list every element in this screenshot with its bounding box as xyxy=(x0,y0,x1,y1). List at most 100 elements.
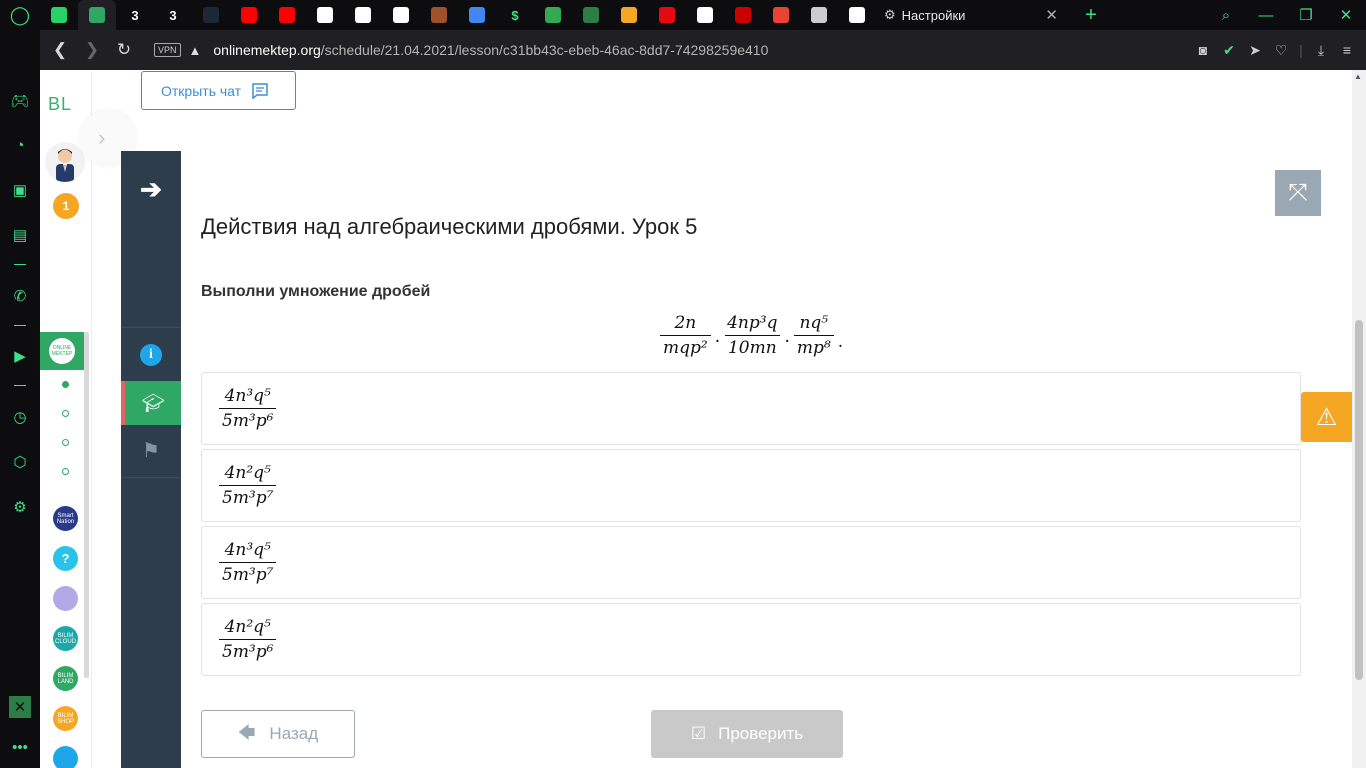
extension-icon[interactable]: ✕ xyxy=(9,696,31,718)
multiply-operator: · xyxy=(714,331,721,352)
browser-tab[interactable] xyxy=(534,0,572,30)
check-label: Проверить xyxy=(718,724,804,743)
info-button[interactable]: i xyxy=(121,329,181,381)
browser-tab[interactable] xyxy=(800,0,838,30)
site-app-icon[interactable]: BILIM LAND xyxy=(53,666,78,691)
answer-option-3[interactable]: 4n³q⁵ 5m³p⁷ xyxy=(201,526,1301,599)
notification-badge[interactable]: 1 xyxy=(53,193,79,219)
site-app-icon[interactable]: Smart Nation xyxy=(53,506,78,531)
subnav-dot[interactable] xyxy=(62,439,69,446)
subnav-dot[interactable] xyxy=(62,468,69,475)
camera-icon[interactable]: ◙ xyxy=(1192,42,1214,58)
bag-icon[interactable]: ▣ xyxy=(9,179,31,201)
browser-tab[interactable] xyxy=(40,0,78,30)
browser-tab[interactable] xyxy=(838,0,876,30)
youtube-icon xyxy=(279,7,295,23)
send-icon[interactable]: ➤ xyxy=(1244,42,1266,59)
answer-option-2[interactable]: 4n²q⁵ 5m³p⁷ xyxy=(201,449,1301,522)
tab-settings[interactable]: ⚙ Настройки ✕ xyxy=(876,0,1076,30)
browser-tab[interactable] xyxy=(686,0,724,30)
sidebar-divider xyxy=(14,325,26,326)
gear-icon[interactable]: ⚙ xyxy=(9,496,31,518)
browser-tab[interactable] xyxy=(382,0,420,30)
browser-tab[interactable] xyxy=(306,0,344,30)
site-app-icon[interactable] xyxy=(53,586,78,611)
twitch-icon[interactable]: ▤ xyxy=(9,224,31,246)
sidebar-scrollbar[interactable] xyxy=(84,332,89,678)
check-button[interactable]: ☑ Проверить xyxy=(651,710,843,758)
restore-icon[interactable]: ❐ xyxy=(1286,6,1326,24)
gamepad-icon[interactable]: 🎮︎ xyxy=(9,90,31,112)
whatsapp-icon[interactable]: ✆ xyxy=(9,285,31,307)
fraction: 2n mqp² xyxy=(660,314,711,357)
browser-tab[interactable] xyxy=(572,0,610,30)
browser-tab[interactable] xyxy=(268,0,306,30)
back-button[interactable]: 🡄 Назад xyxy=(201,710,355,758)
close-window-icon[interactable]: ✕ xyxy=(1326,6,1366,24)
avatar[interactable] xyxy=(45,142,85,182)
more-icon[interactable]: ••• xyxy=(9,736,31,758)
answer-option-4[interactable]: 4n²q⁵ 5m³p⁶ xyxy=(201,603,1301,676)
cube-icon[interactable]: ⬡ xyxy=(9,451,31,473)
speedometer-icon[interactable]: ◔ xyxy=(9,134,31,156)
browser-tab[interactable] xyxy=(230,0,268,30)
shield-check-icon[interactable]: ✔ xyxy=(1218,42,1240,59)
browser-tab[interactable] xyxy=(420,0,458,30)
browser-tab[interactable] xyxy=(762,0,800,30)
browser-tab[interactable] xyxy=(610,0,648,30)
graduation-cap-icon[interactable]: 🎓︎ xyxy=(121,381,181,425)
answer-option-1[interactable]: 4n³q⁵ 5m³p⁶ xyxy=(201,372,1301,445)
menu-icon[interactable]: ≡ xyxy=(1336,42,1358,58)
site-app-icon[interactable] xyxy=(53,746,78,768)
sidebar-divider xyxy=(14,385,26,386)
close-tab-icon[interactable]: ✕ xyxy=(1045,6,1058,24)
headphones-icon xyxy=(317,7,333,23)
heart-icon[interactable]: ♡ xyxy=(1270,42,1292,59)
forward-nav-icon[interactable]: ❯ xyxy=(76,40,108,60)
reload-icon[interactable]: ↻ xyxy=(108,40,140,60)
report-warning-icon[interactable]: ⚠ xyxy=(1301,392,1352,442)
security-warning-icon[interactable]: ▲ xyxy=(189,43,202,58)
browser-tab[interactable] xyxy=(458,0,496,30)
browser-tab[interactable] xyxy=(344,0,382,30)
online-mektep-icon xyxy=(89,7,105,23)
new-tab-button[interactable]: + xyxy=(1076,4,1106,27)
site-app-icon[interactable]: BILIM CLOUD xyxy=(53,626,78,651)
browser-tab[interactable]: $ xyxy=(496,0,534,30)
site-app-icon[interactable]: BILIM SHOP xyxy=(53,706,78,731)
clock-icon[interactable]: ◷ xyxy=(9,406,31,428)
arrow-right-icon[interactable]: ➔ xyxy=(121,167,181,211)
browser-tab[interactable] xyxy=(192,0,230,30)
scroll-up-icon[interactable]: ▲ xyxy=(1354,72,1362,81)
back-nav-icon[interactable]: ❮ xyxy=(44,40,76,60)
opera-gx-logo-icon[interactable]: ◯ xyxy=(0,0,40,30)
denominator: 5m³p⁶ xyxy=(219,639,277,661)
page-scrollbar[interactable]: ▲ xyxy=(1352,70,1366,768)
player-icon[interactable]: ▶ xyxy=(9,345,31,367)
subnav-dot[interactable] xyxy=(62,410,69,417)
download-icon[interactable]: ⤓ xyxy=(1310,42,1332,59)
browser-tab[interactable]: 3 xyxy=(154,0,192,30)
scrollbar-thumb[interactable] xyxy=(1355,320,1363,680)
fullscreen-icon[interactable]: ⤧ xyxy=(1275,170,1321,216)
period: . xyxy=(837,331,844,352)
denominator: 5m³p⁷ xyxy=(219,485,277,507)
open-chat-button[interactable]: Открыть чат xyxy=(141,71,296,110)
site-app-icon[interactable]: ? xyxy=(53,546,78,571)
red-app-icon xyxy=(735,7,751,23)
url-field[interactable]: onlinemektep.org/schedule/21.04.2021/les… xyxy=(213,42,768,58)
chat-icon xyxy=(252,82,268,99)
minimize-icon[interactable]: — xyxy=(1246,7,1286,24)
online-mektep-app[interactable]: ONLINE MEKTEP xyxy=(40,332,84,370)
browser-tab[interactable] xyxy=(724,0,762,30)
vpn-badge[interactable]: VPN xyxy=(154,43,181,57)
flag-icon[interactable]: ⚑ xyxy=(121,425,181,475)
browser-tab[interactable] xyxy=(78,0,116,30)
browser-tab[interactable]: 3 xyxy=(116,0,154,30)
browser-tab[interactable] xyxy=(648,0,686,30)
numerator: nq⁵ xyxy=(799,313,829,333)
subnav-dot[interactable] xyxy=(62,381,69,388)
search-icon[interactable]: ⌕ xyxy=(1206,7,1246,24)
info-icon: i xyxy=(140,344,162,366)
bl-logo[interactable]: BL xyxy=(48,94,72,115)
